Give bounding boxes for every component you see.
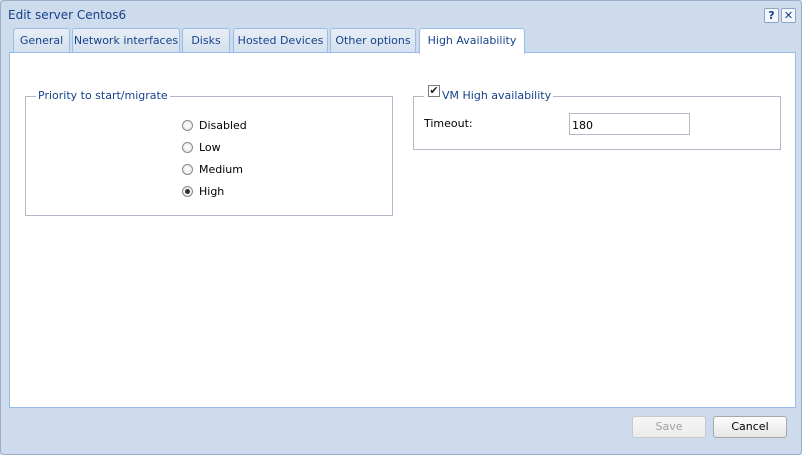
radio-option-disabled[interactable]: Disabled — [182, 117, 247, 133]
radio-button[interactable] — [182, 163, 193, 175]
ha-legend-label: VM High availability — [442, 89, 552, 102]
tab-hosted-devices[interactable]: Hosted Devices — [233, 28, 328, 53]
timeout-label: Timeout: — [424, 117, 473, 130]
radio-label: Low — [199, 140, 221, 154]
tab-content-panel: Priority to start/migrate Disabled Low M… — [9, 52, 796, 408]
tab-high-availability[interactable]: High Availability — [419, 28, 525, 54]
tab-general[interactable]: General — [13, 28, 70, 53]
radio-button-selected[interactable] — [182, 185, 193, 197]
timeout-input[interactable] — [569, 113, 690, 135]
radio-button[interactable] — [182, 141, 193, 153]
priority-legend: Priority to start/migrate — [36, 89, 170, 102]
radio-label: High — [199, 184, 225, 198]
priority-fieldset: Priority to start/migrate Disabled Low M… — [25, 89, 393, 216]
edit-server-dialog: Edit server Centos6 ? ✕ General Network … — [0, 0, 802, 455]
ha-fieldset: ✔ VM High availability Timeout: — [413, 85, 781, 150]
radio-button[interactable] — [182, 119, 193, 131]
radio-option-low[interactable]: Low — [182, 139, 221, 155]
help-icon[interactable]: ? — [764, 8, 779, 23]
close-icon[interactable]: ✕ — [781, 8, 796, 23]
dialog-title: Edit server Centos6 — [8, 8, 127, 22]
radio-label: Medium — [199, 162, 243, 176]
radio-option-high[interactable]: High — [182, 183, 224, 199]
tab-network-interfaces[interactable]: Network interfaces — [72, 28, 180, 53]
ha-legend: ✔ VM High availability — [424, 85, 554, 102]
ha-checkbox[interactable]: ✔ — [428, 85, 440, 97]
cancel-button[interactable]: Cancel — [713, 416, 787, 438]
radio-option-medium[interactable]: Medium — [182, 161, 243, 177]
dialog-titlebar[interactable]: Edit server Centos6 ? ✕ — [1, 1, 801, 29]
save-button[interactable]: Save — [632, 416, 706, 438]
radio-label: Disabled — [199, 118, 247, 132]
tab-bar: General Network interfaces Disks Hosted … — [9, 28, 793, 54]
tab-disks[interactable]: Disks — [182, 28, 230, 53]
tab-other-options[interactable]: Other options — [330, 28, 416, 53]
